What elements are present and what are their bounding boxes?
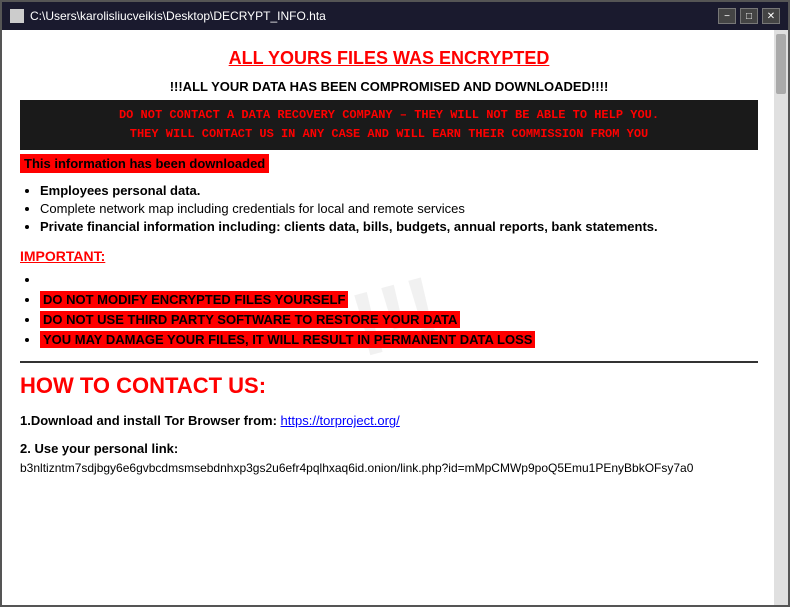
list-item: Private financial information including:… xyxy=(40,219,758,234)
tor-link[interactable]: https://torproject.org/ xyxy=(281,413,400,428)
maximize-button[interactable]: □ xyxy=(740,8,758,24)
list-item: Employees personal data. xyxy=(40,183,758,198)
title-bar: C:\Users\karolisliucveikis\Desktop\DECRY… xyxy=(2,2,788,30)
app-icon xyxy=(10,9,24,23)
step2: 2. Use your personal link: b3nltizntm7sd… xyxy=(20,439,758,478)
title-bar-left: C:\Users\karolisliucveikis\Desktop\DECRY… xyxy=(10,9,326,23)
main-content: ALL YOURS FILES WAS ENCRYPTED !!!ALL YOU… xyxy=(20,48,758,478)
list-item-empty xyxy=(40,272,758,287)
close-button[interactable]: ✕ xyxy=(762,8,780,24)
red-block-line2: THEY WILL CONTACT US IN ANY CASE AND WIL… xyxy=(130,127,648,141)
step1: 1.Download and install Tor Browser from:… xyxy=(20,411,758,431)
important-label: IMPORTANT: xyxy=(20,248,758,264)
subtitle: !!!ALL YOUR DATA HAS BEEN COMPROMISED AN… xyxy=(20,79,758,94)
window-title: C:\Users\karolisliucveikis\Desktop\DECRY… xyxy=(30,9,326,23)
personal-link: b3nltizntm7sdjbgy6e6gvbcdmsmsebdnhxp3gs2… xyxy=(20,461,693,475)
list-item: Complete network map including credentia… xyxy=(40,201,758,216)
warning-block: DO NOT CONTACT A DATA RECOVERY COMPANY –… xyxy=(20,100,758,150)
list-item: YOU MAY DAMAGE YOUR FILES, IT WILL RESUL… xyxy=(40,332,758,347)
title-bar-buttons: − □ ✕ xyxy=(718,8,780,24)
content-area: !!! ALL YOURS FILES WAS ENCRYPTED !!!ALL… xyxy=(2,30,788,605)
warning-list: DO NOT MODIFY ENCRYPTED FILES YOURSELF D… xyxy=(40,272,758,347)
downloaded-notice: This information has been downloaded xyxy=(20,154,269,173)
divider xyxy=(20,361,758,363)
main-title: ALL YOURS FILES WAS ENCRYPTED xyxy=(20,48,758,69)
step1-label: 1.Download and install Tor Browser from: xyxy=(20,413,277,428)
data-list: Employees personal data. Complete networ… xyxy=(40,183,758,234)
minimize-button[interactable]: − xyxy=(718,8,736,24)
contact-title: HOW TO CONTACT US: xyxy=(20,373,758,399)
red-block-line1: DO NOT CONTACT A DATA RECOVERY COMPANY –… xyxy=(119,108,659,122)
list-item: DO NOT MODIFY ENCRYPTED FILES YOURSELF xyxy=(40,292,758,307)
app-window: C:\Users\karolisliucveikis\Desktop\DECRY… xyxy=(0,0,790,607)
list-item: DO NOT USE THIRD PARTY SOFTWARE TO RESTO… xyxy=(40,312,758,327)
step2-label: 2. Use your personal link: xyxy=(20,441,178,456)
